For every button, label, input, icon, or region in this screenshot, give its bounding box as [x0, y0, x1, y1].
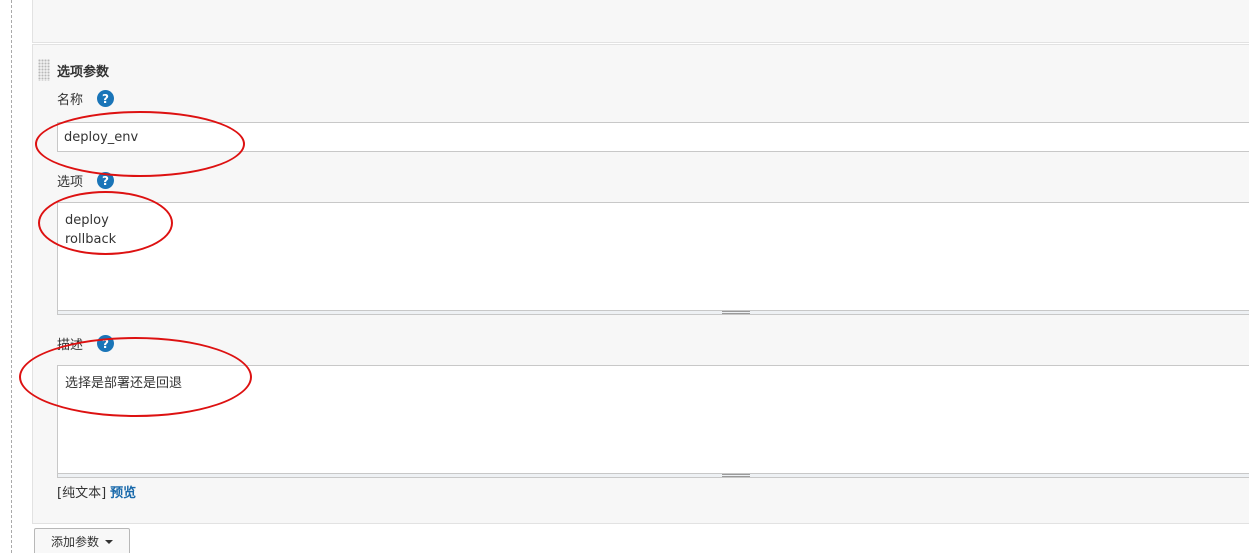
left-dashed-border — [11, 0, 12, 553]
resize-grip-icon — [722, 311, 750, 314]
description-resize-handle[interactable] — [57, 473, 1249, 478]
name-label: 名称 — [57, 93, 84, 108]
name-field-label-row: 名称 ? — [57, 89, 115, 108]
choices-help-icon[interactable]: ? — [97, 172, 115, 189]
description-label: 描述 — [57, 338, 84, 353]
choices-resize-handle[interactable] — [57, 310, 1249, 315]
drag-handle-icon[interactable] — [38, 59, 50, 81]
description-textarea[interactable]: 选择是部署还是回退 — [57, 365, 1249, 474]
plain-text-label: [纯文本] — [57, 486, 107, 501]
preview-link[interactable]: 预览 — [110, 486, 136, 501]
caret-down-icon — [105, 539, 113, 544]
choices-field-label-row: 选项 ? — [57, 171, 115, 190]
add-parameter-button[interactable]: 添加参数 — [34, 528, 130, 553]
choices-label: 选项 — [57, 175, 84, 190]
parameter-block-title: 选项参数 — [57, 65, 110, 80]
description-format-links: [纯文本] 预览 — [57, 482, 136, 501]
resize-grip-icon — [722, 474, 750, 477]
add-parameter-label: 添加参数 — [50, 535, 99, 549]
name-help-icon[interactable]: ? — [97, 90, 115, 107]
name-input[interactable]: deploy_env — [57, 122, 1249, 152]
description-field-label-row: 描述 ? — [57, 334, 115, 353]
previous-parameter-block — [32, 0, 1249, 43]
choices-textarea[interactable]: deploy rollback — [57, 202, 1249, 311]
description-help-icon[interactable]: ? — [97, 335, 115, 352]
page: 选项参数 名称 ? deploy_env 选项 ? deploy rollbac… — [0, 0, 1249, 553]
